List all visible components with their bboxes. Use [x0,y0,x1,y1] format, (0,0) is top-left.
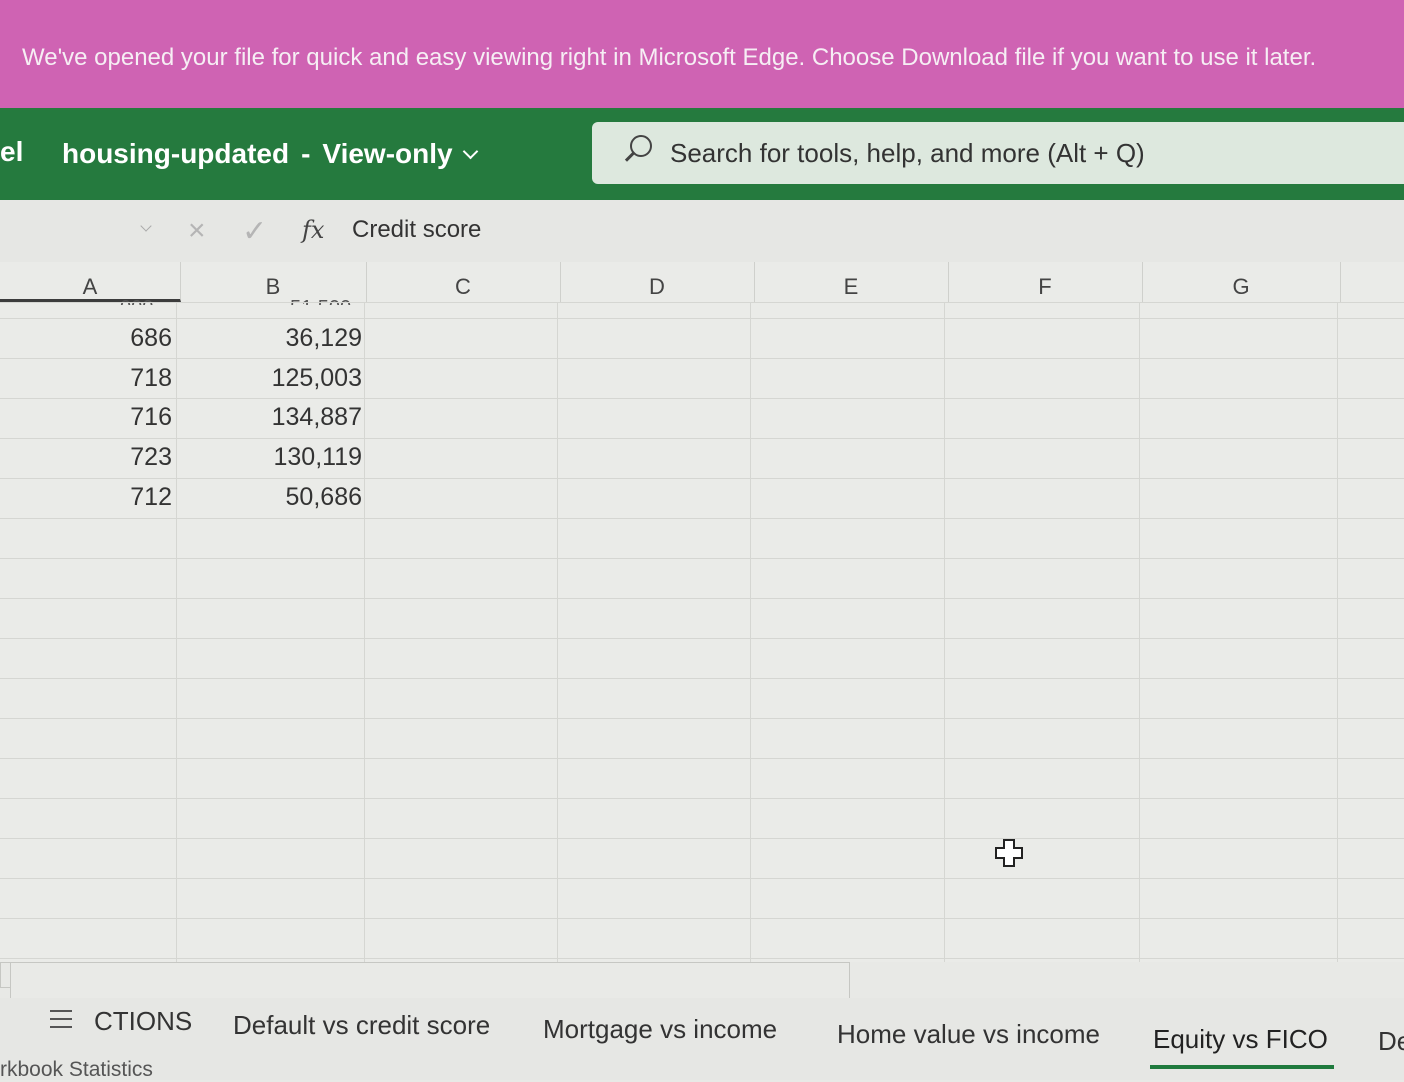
cell-a-value[interactable]: 686 [40,324,172,353]
cell-a-value[interactable]: 716 [40,403,172,432]
workbook-statistics[interactable]: rkbook Statistics [0,1058,153,1082]
chevron-down-icon [462,143,478,159]
cell-b-value[interactable]: 36,129 [190,324,362,353]
fx-icon[interactable]: fx [302,216,324,244]
formula-input[interactable]: Credit score [352,216,481,244]
active-tab-indicator [1150,1065,1334,1069]
column-header-g[interactable]: G [1142,262,1341,302]
sheet-tab-default-vs-credit-score[interactable]: Default vs credit score [233,1010,490,1041]
excel-app-bar: el housing-updated - View-only [0,108,1404,200]
column-header-f[interactable]: F [948,262,1143,302]
search-icon [620,131,664,175]
formula-bar: × ✓ fx Credit score [0,200,1404,262]
partial-cell-b: 51,500 [290,297,360,305]
column-header-b[interactable]: B [180,262,367,302]
cell-a-value[interactable]: 723 [40,443,172,472]
app-name[interactable]: el [0,136,23,168]
sheet-tab-ctions[interactable]: CTIONS [94,1006,192,1037]
cell-a-value[interactable]: 712 [40,483,172,512]
edge-notification-banner: We've opened your file for quick and eas… [0,0,1404,108]
cell-a-value[interactable]: 718 [40,364,172,393]
column-header-c[interactable]: C [366,262,561,302]
spreadsheet-grid[interactable]: A B C D E F G 000 51,500 686 36,129 718 … [0,262,1404,962]
hamburger-menu-icon[interactable] [50,1010,72,1028]
confirm-icon[interactable]: ✓ [242,214,267,249]
search-box[interactable] [592,122,1404,184]
cell-b-value[interactable]: 50,686 [190,483,362,512]
sheet-tab-equity-vs-fico[interactable]: Equity vs FICO [1153,1024,1328,1055]
banner-message: We've opened your file for quick and eas… [22,44,1317,71]
sheet-tab-mortgage-vs-income[interactable]: Mortgage vs income [543,1014,777,1045]
cell-b-value[interactable]: 125,003 [190,364,362,393]
document-title-menu[interactable]: housing-updated - View-only [62,138,478,170]
name-box-dropdown-icon[interactable] [140,220,152,232]
cell-cursor-icon [995,839,1023,867]
cell-b-value[interactable]: 134,887 [190,403,362,432]
column-header-a[interactable]: A [0,262,181,302]
view-mode-label: View-only [322,138,453,169]
cell-b-value[interactable]: 130,119 [190,443,362,472]
sheet-tab-de[interactable]: De [1378,1026,1404,1057]
partial-cell-a: 000 [120,297,170,305]
document-name: housing-updated [62,138,290,169]
sheet-tab-home-value-vs-income[interactable]: Home value vs income [837,1019,1100,1050]
cancel-icon[interactable]: × [188,214,206,248]
column-header-e[interactable]: E [754,262,949,302]
search-input[interactable] [664,137,1370,169]
horizontal-scrollbar[interactable] [10,962,850,1000]
column-header-d[interactable]: D [560,262,755,302]
title-separator: - [301,138,311,169]
